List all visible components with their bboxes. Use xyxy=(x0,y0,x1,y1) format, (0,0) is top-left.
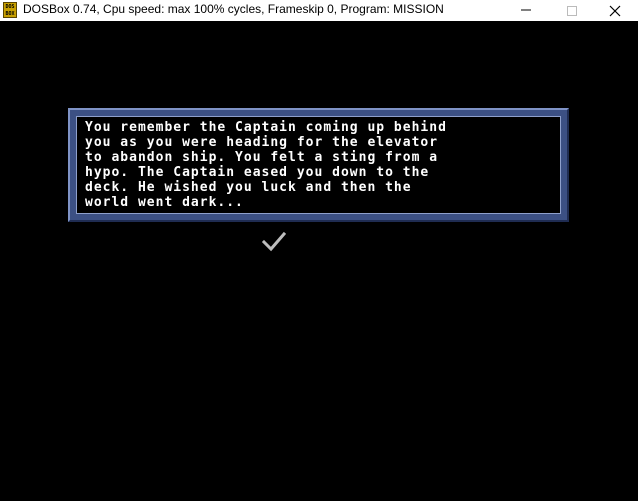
message-dialog-inner: You remember the Captain coming up behin… xyxy=(76,116,561,214)
minimize-button[interactable] xyxy=(503,0,549,21)
window-title: DOSBox 0.74, Cpu speed: max 100% cycles,… xyxy=(23,2,444,16)
message-line: to abandon ship. You felt a sting from a xyxy=(85,150,439,165)
close-icon xyxy=(609,5,621,17)
message-text: You remember the Captain coming up behin… xyxy=(85,120,565,210)
game-screen[interactable]: You remember the Captain coming up behin… xyxy=(0,21,638,501)
message-line: hypo. The Captain eased you down to the xyxy=(85,165,430,180)
minimize-icon xyxy=(521,9,531,11)
maximize-icon xyxy=(567,6,577,16)
maximize-button[interactable] xyxy=(549,0,595,21)
message-line: world went dark... xyxy=(85,195,244,210)
icon-text-bottom: BOX xyxy=(5,11,15,17)
icon-text-top: DOS xyxy=(5,4,15,10)
message-line: You remember the Captain coming up behin… xyxy=(85,120,447,135)
message-dialog: You remember the Captain coming up behin… xyxy=(68,108,569,222)
close-button[interactable] xyxy=(592,0,638,21)
message-line: you as you were heading for the elevator xyxy=(85,135,439,150)
checkmark-icon[interactable] xyxy=(262,231,286,253)
window-titlebar[interactable]: DOS BOX DOSBox 0.74, Cpu speed: max 100%… xyxy=(0,0,638,21)
dosbox-icon[interactable]: DOS BOX xyxy=(3,2,17,18)
message-line: deck. He wished you luck and then the xyxy=(85,180,412,195)
